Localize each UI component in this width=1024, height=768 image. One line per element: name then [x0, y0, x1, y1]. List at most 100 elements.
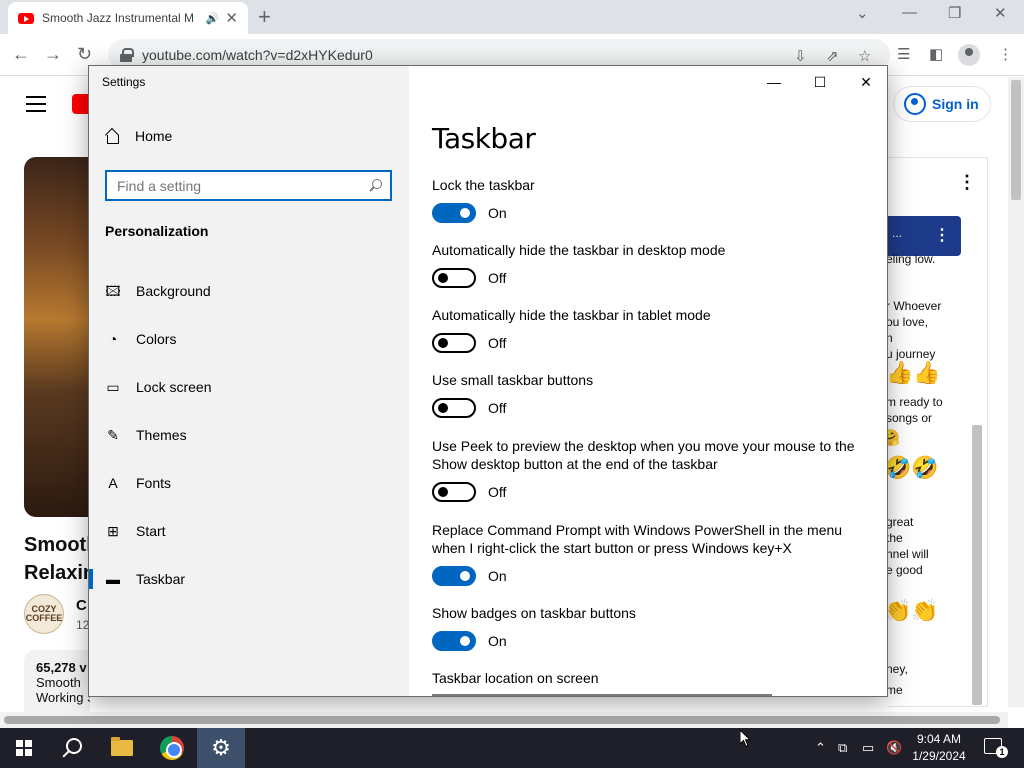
account-circle-icon: [904, 93, 926, 115]
side-panel-icon[interactable]: ◧: [929, 45, 943, 63]
close-icon[interactable]: ✕: [843, 72, 887, 92]
new-tab-button[interactable]: +: [258, 4, 271, 30]
settings-sidebar: Settings Home Personalization 🖾 Backgrou…: [89, 66, 409, 696]
chat-pinned-banner[interactable]: ... ⋮: [888, 216, 961, 256]
toggle-state: Off: [488, 400, 507, 416]
browser-tab[interactable]: Smooth Jazz Instrumental M 🔊 ✕: [8, 2, 248, 34]
file-explorer-button[interactable]: [98, 728, 146, 768]
tab-close-icon[interactable]: ✕: [225, 9, 238, 27]
setting-label: Automatically hide the taskbar in tablet…: [432, 307, 711, 323]
toggle-knob: [460, 636, 470, 646]
gear-icon: ⚙: [211, 735, 231, 760]
setting-label: Automatically hide the taskbar in deskto…: [432, 242, 726, 258]
chrome-menu-kebab-icon[interactable]: ⋮: [998, 45, 1013, 63]
toggle-row: On: [432, 203, 862, 223]
chat-message: nnel will: [886, 547, 929, 561]
chat-message: eling low.: [886, 252, 936, 266]
browser-minimize-button[interactable]: —: [902, 4, 917, 21]
sidebar-item-background[interactable]: 🖾 Background: [89, 271, 409, 311]
settings-taskbar-button[interactable]: ⚙: [197, 728, 245, 768]
toggle-row: Off: [432, 268, 862, 288]
sidebar-item-themes[interactable]: ✎ Themes: [89, 415, 409, 455]
toggle-state: Off: [488, 270, 507, 286]
sidebar-item-label: Themes: [136, 427, 187, 443]
sidebar-item-taskbar[interactable]: ▬ Taskbar: [89, 559, 409, 599]
browser-close-button[interactable]: ✕: [994, 4, 1007, 22]
maximize-icon[interactable]: ☐: [797, 72, 843, 92]
home-icon: [105, 129, 119, 144]
sidebar-item-label: Lock screen: [136, 379, 212, 395]
lock-taskbar-toggle[interactable]: [432, 203, 476, 223]
chat-more-options-icon[interactable]: ⋮: [958, 172, 976, 193]
setting-autohide-tablet: Automatically hide the taskbar in tablet…: [432, 306, 862, 353]
install-app-icon[interactable]: ⇩: [794, 47, 807, 65]
setting-label: Use small taskbar buttons: [432, 372, 594, 388]
page-vertical-scroll-thumb[interactable]: [1011, 80, 1021, 200]
minimize-icon[interactable]: —: [751, 72, 797, 92]
themes-icon: ✎: [107, 427, 119, 443]
start-button[interactable]: [0, 728, 48, 768]
youtube-sign-in-button[interactable]: Sign in: [893, 86, 991, 122]
settings-home-link[interactable]: Home: [105, 128, 172, 144]
chat-message: ney,: [886, 662, 908, 676]
folder-icon: [111, 737, 133, 756]
sidebar-item-label: Background: [136, 283, 211, 299]
settings-window-title: Settings: [102, 75, 146, 89]
taskbar-search-button[interactable]: [48, 728, 96, 768]
setting-lock-taskbar: Lock the taskbar On: [432, 176, 862, 223]
sidebar-item-lock-screen[interactable]: ▭ Lock screen: [89, 367, 409, 407]
share-icon[interactable]: ⇗: [826, 47, 839, 65]
tab-title: Smooth Jazz Instrumental M: [42, 11, 195, 25]
settings-search-field[interactable]: [105, 170, 392, 201]
forward-arrow-icon[interactable]: →: [44, 43, 62, 65]
show-hidden-icons-chevron-icon[interactable]: ⌃: [815, 728, 826, 768]
media-controls-icon[interactable]: ☰: [897, 45, 910, 63]
tab-search-chevron-icon[interactable]: ⌄: [856, 4, 869, 22]
autohide-tablet-toggle[interactable]: [432, 333, 476, 353]
sidebar-item-start[interactable]: ⊞ Start: [89, 511, 409, 551]
volume-muted-icon[interactable]: 🔇: [886, 728, 902, 768]
lock-icon[interactable]: [120, 48, 134, 62]
sidebar-item-colors[interactable]: ◔ Colors: [89, 319, 409, 359]
chrome-taskbar-button[interactable]: [148, 728, 196, 768]
toggle-state: On: [488, 568, 507, 584]
browser-restore-button[interactable]: ❐: [948, 4, 961, 22]
back-arrow-icon[interactable]: ←: [12, 43, 30, 65]
home-label: Home: [135, 128, 173, 144]
badges-toggle[interactable]: [432, 631, 476, 651]
taskbar-location-dropdown[interactable]: [432, 694, 772, 696]
mouse-cursor-icon: [740, 730, 752, 748]
peek-toggle[interactable]: [432, 482, 476, 502]
video-player[interactable]: [24, 157, 90, 517]
channel-name[interactable]: C: [76, 597, 87, 614]
sidebar-item-fonts[interactable]: A Fonts: [89, 463, 409, 503]
start-icon: ⊞: [107, 523, 119, 539]
bookmark-star-icon[interactable]: ☆: [858, 47, 871, 65]
chat-message: the: [886, 531, 903, 545]
page-title: Taskbar: [432, 122, 536, 155]
clock-date: 1/29/2024: [912, 749, 966, 763]
small-buttons-toggle[interactable]: [432, 398, 476, 418]
picture-icon: 🖾: [105, 283, 121, 299]
channel-avatar[interactable]: COZY COFFEE: [24, 594, 64, 634]
url-text: youtube.com/watch?v=d2xHYKedur0: [142, 47, 373, 63]
system-clock[interactable]: 9:04 AM 1/29/2024: [906, 731, 972, 765]
powershell-toggle[interactable]: [432, 566, 476, 586]
clock-time: 9:04 AM: [916, 732, 962, 746]
chat-scrollbar[interactable]: [972, 425, 982, 705]
video-description-box[interactable]: 65,278 v Smooth Working Studying: [24, 650, 90, 720]
tray-network-status-icon[interactable]: ▭: [862, 728, 874, 768]
settings-search-input[interactable]: [117, 177, 368, 194]
audio-playing-icon[interactable]: 🔊: [206, 12, 220, 25]
toggle-knob: [438, 403, 448, 413]
youtube-hamburger-icon[interactable]: [26, 96, 46, 112]
network-icon[interactable]: ⧉: [838, 728, 847, 768]
toggle-state: On: [488, 205, 507, 221]
reload-icon[interactable]: ↻: [77, 43, 92, 65]
profile-avatar-icon[interactable]: [958, 44, 980, 66]
autohide-desktop-toggle[interactable]: [432, 268, 476, 288]
page-horizontal-scroll-thumb[interactable]: [4, 716, 1000, 724]
chat-emoji: 🤣🤣: [884, 455, 939, 480]
banner-kebab-icon[interactable]: ⋮: [934, 225, 950, 245]
view-count: 65,278 v: [36, 660, 87, 675]
